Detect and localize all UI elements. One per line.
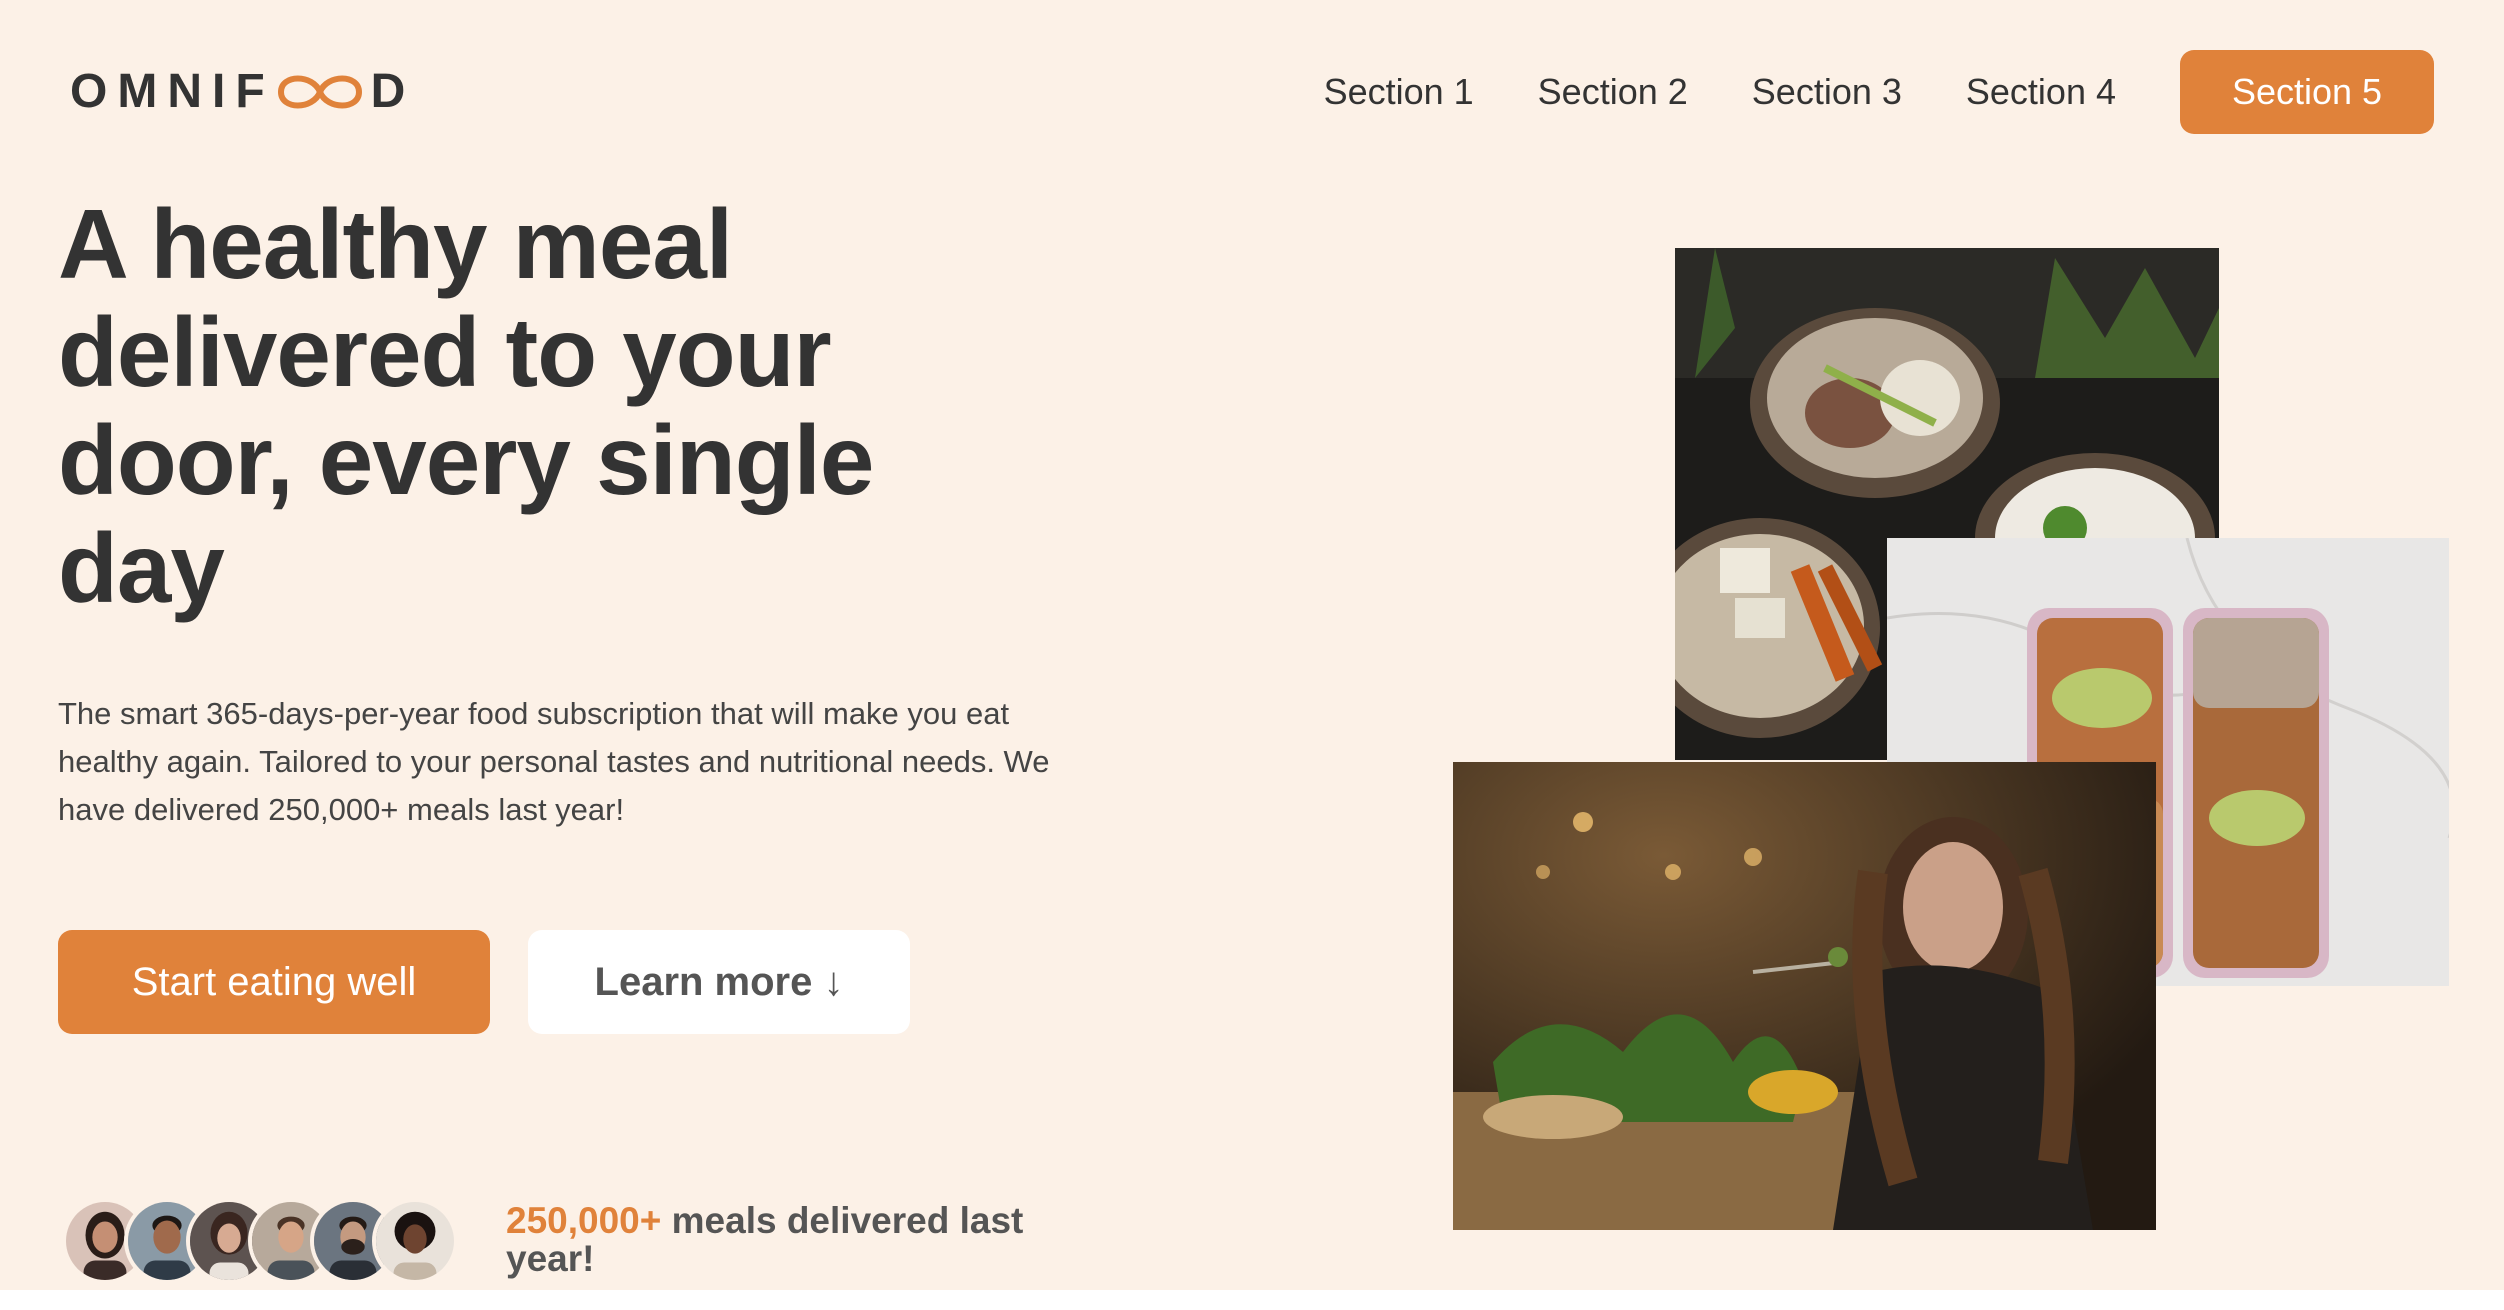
- infinity-logo-icon: [277, 75, 362, 109]
- hero-page: OMNIF D Section 1 Section 2 Section 3 Se…: [0, 0, 2504, 1290]
- start-eating-well-button[interactable]: Start eating well: [58, 930, 490, 1034]
- logo-text-suffix: D: [370, 65, 416, 118]
- omnifood-logo[interactable]: OMNIF D: [70, 64, 415, 120]
- nav-section-1[interactable]: Section 1: [1324, 71, 1474, 113]
- meals-delivered-text: 250,000+ meals delivered last year!: [506, 1202, 1106, 1278]
- meals-delivered-count: 250,000+: [506, 1200, 662, 1241]
- nav-section-2[interactable]: Section 2: [1538, 71, 1688, 113]
- nav-section-5-button[interactable]: Section 5: [2180, 50, 2434, 134]
- nav-section-3[interactable]: Section 3: [1752, 71, 1902, 113]
- hero-description: The smart 365-days-per-year food subscri…: [58, 696, 1050, 827]
- logo-text-prefix: OMNIF: [70, 65, 275, 118]
- learn-more-button[interactable]: Learn more ↓: [528, 930, 910, 1034]
- bottom-strip: [0, 1290, 2504, 1310]
- main-nav: Section 1 Section 2 Section 3 Section 4 …: [1260, 50, 2434, 134]
- nav-section-4[interactable]: Section 4: [1966, 71, 2116, 113]
- customer-avatar: [372, 1198, 458, 1284]
- customer-avatars: [62, 1198, 458, 1284]
- hero-title: A healthy meal delivered to your door, e…: [58, 189, 874, 623]
- woman-eating-image: [1453, 762, 2156, 1230]
